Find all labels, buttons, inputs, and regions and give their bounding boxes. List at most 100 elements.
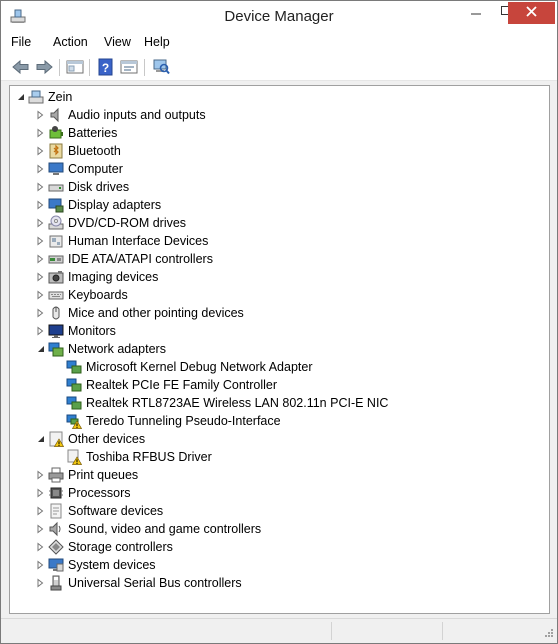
close-button[interactable] (508, 2, 555, 24)
toolbar-separator (89, 59, 90, 76)
expand-arrow-icon[interactable] (36, 254, 45, 264)
expand-arrow-icon[interactable] (36, 236, 45, 246)
expand-arrow-icon[interactable] (36, 146, 45, 156)
menu-view[interactable]: View (104, 35, 131, 49)
menu-file[interactable]: File (11, 35, 31, 49)
tree-node-label: System devices (68, 558, 156, 572)
expand-arrow-icon[interactable] (36, 110, 45, 120)
tree-node-disk-drives[interactable]: Disk drives (36, 178, 516, 196)
expand-arrow-icon[interactable] (36, 488, 45, 498)
title-bar[interactable]: Device Manager (1, 1, 557, 31)
tree-node-monitors[interactable]: Monitors (36, 322, 516, 340)
tree-node-keyboards[interactable]: Keyboards (36, 286, 516, 304)
tree-node-human-interface-devices[interactable]: Human Interface Devices (36, 232, 516, 250)
tree-node-software-devices[interactable]: Software devices (36, 502, 516, 520)
tree-node-ide-ata-atapi-controllers[interactable]: IDE ATA/ATAPI controllers (36, 250, 516, 268)
tree-node-audio-inputs-and-outputs[interactable]: Audio inputs and outputs (36, 106, 516, 124)
tree-node-print-queues[interactable]: Print queues (36, 466, 516, 484)
monitor-icon (48, 323, 64, 339)
tree-node-label: Audio inputs and outputs (68, 108, 206, 122)
tree-node-dvd-cd-rom-drives[interactable]: DVD/CD-ROM drives (36, 214, 516, 232)
expand-arrow-icon[interactable] (36, 470, 45, 480)
tree-node-mice-and-other-pointing-devices[interactable]: Mice and other pointing devices (36, 304, 516, 322)
expand-arrow-icon[interactable] (36, 326, 45, 336)
tree-node-bluetooth[interactable]: Bluetooth (36, 142, 516, 160)
menu-help[interactable]: Help (144, 35, 170, 49)
tree-node-label: Display adapters (68, 198, 162, 212)
back-arrow-icon (12, 59, 29, 75)
tree-node-universal-serial-bus-controllers[interactable]: Universal Serial Bus controllers (36, 574, 516, 592)
expand-arrow-icon[interactable] (36, 218, 45, 228)
keyboard-icon (48, 287, 64, 303)
sound-controller-icon (48, 521, 64, 537)
tree-node-imaging-devices[interactable]: Imaging devices (36, 268, 516, 286)
help-icon: ? (98, 58, 113, 76)
disk-drive-icon (48, 179, 64, 195)
tree-node-label: Print queues (68, 468, 139, 482)
toolbar-separator (59, 59, 60, 76)
tree-node-label: Network adapters (68, 342, 166, 356)
menu-action[interactable]: Action (53, 35, 88, 49)
computer-root-icon (28, 89, 44, 105)
help-button[interactable]: ? (96, 58, 116, 76)
tree-node-sound-video-and-game-controllers[interactable]: Sound, video and game controllers (36, 520, 516, 538)
tree-node-other-devices[interactable]: Other devices (36, 430, 516, 448)
expand-arrow-icon[interactable] (36, 542, 45, 552)
tree-node-storage-controllers[interactable]: Storage controllers (36, 538, 516, 556)
scan-hardware-button[interactable] (151, 58, 171, 76)
collapse-arrow-icon[interactable] (36, 434, 45, 444)
ide-controller-icon (48, 251, 64, 267)
forward-button[interactable] (34, 58, 54, 76)
expand-arrow-icon[interactable] (36, 578, 45, 588)
tree-node-processors[interactable]: Processors (36, 484, 516, 502)
tree-node-label: Batteries (68, 126, 118, 140)
tree-node-realtek-pcie-fe-family-controller[interactable]: Realtek PCIe FE Family Controller (54, 376, 534, 394)
expand-arrow-icon[interactable] (36, 308, 45, 318)
tree-node-label: Realtek RTL8723AE Wireless LAN 802.11n P… (86, 396, 389, 410)
tree-node-label: Imaging devices (68, 270, 159, 284)
tree-node-microsoft-kernel-debug-network-adapter[interactable]: Microsoft Kernel Debug Network Adapter (54, 358, 534, 376)
tree-node-teredo-tunneling-pseudo-interface[interactable]: Teredo Tunneling Pseudo-Interface (54, 412, 534, 430)
toolbar-separator (144, 59, 145, 76)
expand-arrow-icon[interactable] (36, 182, 45, 192)
collapse-arrow-icon[interactable] (36, 344, 45, 354)
tree-node-label: Sound, video and game controllers (68, 522, 262, 536)
tree-node-label: DVD/CD-ROM drives (68, 216, 187, 230)
properties-button[interactable] (119, 58, 139, 76)
tree-node-computer[interactable]: Computer (36, 160, 516, 178)
other-devices-icon (48, 431, 65, 447)
expand-arrow-icon[interactable] (36, 524, 45, 534)
minimize-button[interactable] (460, 2, 492, 24)
tree-node-label: Disk drives (68, 180, 130, 194)
expand-arrow-icon[interactable] (36, 290, 45, 300)
device-tree[interactable]: Zein Audio inputs and outputs Batteries Blu… (9, 85, 550, 614)
tree-node-toshiba-rfbus-driver[interactable]: Toshiba RFBUS Driver (54, 448, 534, 466)
status-bar-divider (331, 622, 332, 640)
tree-node-system-devices[interactable]: System devices (36, 556, 516, 574)
bluetooth-icon (48, 143, 64, 159)
expand-arrow-icon[interactable] (36, 506, 45, 516)
speaker-icon (48, 107, 64, 123)
scan-hardware-icon (153, 59, 170, 75)
tree-node-root[interactable]: Zein (16, 88, 496, 106)
close-icon (526, 6, 537, 17)
tree-node-label: Zein (48, 90, 73, 104)
status-bar-divider (442, 622, 443, 640)
usb-icon (48, 575, 64, 591)
camera-icon (48, 269, 64, 285)
tree-node-network-adapters[interactable]: Network adapters (36, 340, 516, 358)
collapse-arrow-icon[interactable] (16, 92, 25, 102)
resize-grip-icon[interactable] (542, 628, 554, 640)
console-tree-button[interactable] (65, 58, 85, 76)
expand-arrow-icon[interactable] (36, 272, 45, 282)
expand-arrow-icon[interactable] (36, 164, 45, 174)
expand-arrow-icon[interactable] (36, 200, 45, 210)
tree-node-batteries[interactable]: Batteries (36, 124, 516, 142)
hid-icon (48, 233, 64, 249)
tree-node-realtek-rtl8723ae-wireless-lan-802-11n-pci-e-nic[interactable]: Realtek RTL8723AE Wireless LAN 802.11n P… (54, 394, 534, 412)
tree-node-label: Software devices (68, 504, 164, 518)
expand-arrow-icon[interactable] (36, 128, 45, 138)
back-button[interactable] (11, 58, 31, 76)
tree-node-display-adapters[interactable]: Display adapters (36, 196, 516, 214)
expand-arrow-icon[interactable] (36, 560, 45, 570)
